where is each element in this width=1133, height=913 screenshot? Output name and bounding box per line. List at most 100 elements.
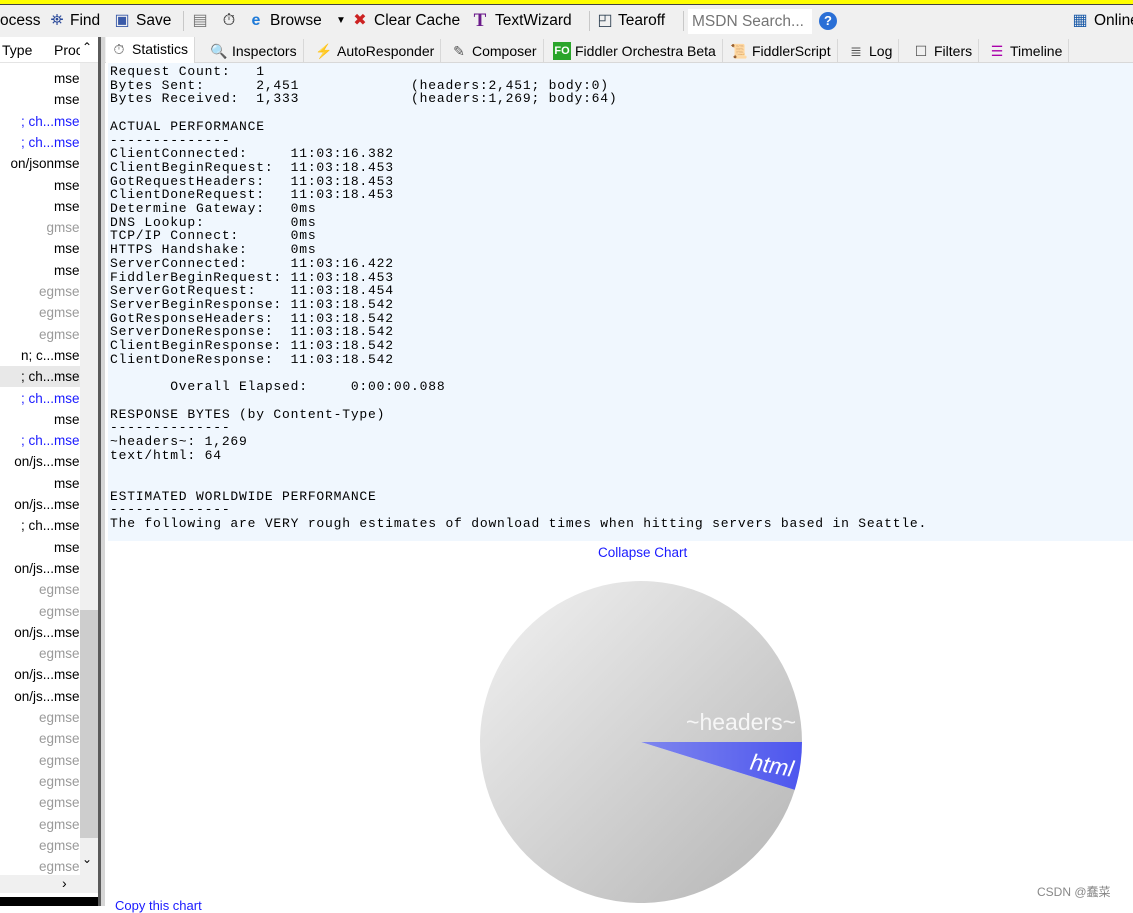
session-row[interactable]: ; ch... mse [0, 430, 80, 451]
session-row[interactable]: mse [0, 196, 80, 217]
session-row[interactable]: eg mse [0, 302, 80, 323]
session-row[interactable]: eg mse [0, 281, 80, 302]
horizontal-scrollbar[interactable]: › [0, 875, 98, 893]
session-row[interactable]: mse [0, 175, 80, 196]
splitter[interactable] [98, 37, 105, 906]
session-row[interactable]: on/js... mse [0, 686, 80, 707]
tab-inspectors[interactable]: 🔍 Inspectors [206, 39, 304, 63]
session-row[interactable]: mse [0, 68, 80, 89]
tab-fiddlerscript[interactable]: 📜 FiddlerScript [726, 39, 838, 63]
statistics-line: ClientBeginRequest: 11:03:18.453 [110, 159, 394, 175]
session-content-type: eg [38, 646, 54, 662]
clear-cache-button[interactable]: Clear Cache [374, 10, 460, 32]
session-process: mse [54, 816, 80, 832]
session-process: mse [54, 390, 80, 406]
tab-composer[interactable]: ✎ Composer [446, 39, 544, 63]
session-row[interactable]: mse [0, 238, 80, 259]
statistics-line: ~headers~: 1,269 [110, 433, 248, 449]
tab-filters[interactable]: ☐ Filters [908, 39, 980, 63]
session-process: mse [54, 859, 80, 875]
session-row[interactable]: on/js... mse [0, 494, 80, 515]
session-row[interactable]: eg mse [0, 856, 80, 877]
session-row[interactable]: mse [0, 537, 80, 558]
session-process: mse [54, 773, 80, 789]
session-content-type: g [46, 220, 54, 236]
session-row[interactable]: mse [0, 409, 80, 430]
session-row[interactable]: ; ch... mse [0, 388, 80, 409]
session-process: mse [54, 624, 80, 640]
session-row[interactable]: eg mse [0, 707, 80, 728]
session-content-type: eg [38, 582, 54, 598]
session-row[interactable]: ; ch... mse [0, 515, 80, 536]
column-header-process[interactable]: Proc [54, 42, 80, 58]
msdn-search-input[interactable] [688, 9, 812, 34]
session-content-type: on/js... [14, 560, 54, 576]
process-filter-button[interactable]: ocess [0, 10, 41, 32]
save-button[interactable]: Save [136, 10, 171, 32]
tab-statistics[interactable]: ⏱ Statistics [106, 37, 196, 64]
session-content-type: on/json [10, 156, 54, 172]
timeline-icon: ☰ [990, 43, 1004, 59]
scroll-down-icon[interactable]: ⌄ [82, 852, 92, 866]
session-row[interactable]: on/json mse [0, 153, 80, 174]
scroll-right-icon[interactable]: › [62, 875, 67, 891]
column-header-type[interactable]: Type [2, 42, 32, 58]
session-row[interactable]: ; ch... mse [0, 132, 80, 153]
session-content-type: eg [38, 284, 54, 299]
session-content-type: ; ch... [20, 518, 54, 534]
session-row[interactable]: g mse [0, 217, 80, 238]
online-button[interactable]: Online [1094, 10, 1133, 32]
session-row[interactable]: eg mse [0, 324, 80, 345]
tab-log[interactable]: ≣ Log [843, 39, 900, 63]
session-process: mse [54, 284, 80, 299]
session-row[interactable]: ; ch... mse [0, 111, 80, 132]
tearoff-button[interactable]: Tearoff [618, 10, 665, 32]
session-process: mse [54, 603, 80, 619]
browse-button[interactable]: Browse [270, 10, 322, 32]
scroll-up-icon[interactable]: ⌃ [82, 40, 92, 54]
help-icon[interactable]: ? [819, 12, 837, 30]
session-content-type: eg [38, 795, 54, 811]
save-icon: ▣ [114, 12, 130, 29]
toolbar: ocess ⛯ Find ▣ Save ▤ ⏱ e Browse ▼ ✖ Cle… [0, 5, 1133, 37]
tab-autoresponder[interactable]: ⚡ AutoResponder [311, 39, 442, 63]
dropdown-arrow-icon[interactable]: ▼ [331, 11, 351, 31]
session-row[interactable]: n; c... mse [0, 345, 80, 366]
session-row[interactable]: on/js... mse [0, 622, 80, 643]
session-row[interactable]: on/js... mse [0, 664, 80, 685]
textwizard-button[interactable]: TextWizard [495, 10, 572, 32]
session-row[interactable]: eg mse [0, 792, 80, 813]
scrollbar-thumb[interactable] [80, 610, 98, 838]
screenshot-icon[interactable]: ▤ [190, 11, 210, 31]
magnifier-icon: 🔍 [210, 43, 228, 59]
session-row[interactable]: eg mse [0, 579, 80, 600]
find-button[interactable]: Find [70, 10, 100, 32]
session-row[interactable]: mse [0, 473, 80, 494]
tab-timeline[interactable]: ☰ Timeline [984, 39, 1070, 63]
session-row[interactable]: mse [0, 89, 80, 110]
session-process: mse [54, 454, 80, 470]
collapse-chart-link[interactable]: Collapse Chart [598, 545, 687, 560]
session-row[interactable]: ; ch... mse [0, 366, 80, 388]
tab-fiddler-orchestra-beta[interactable]: FO Fiddler Orchestra Beta [549, 39, 723, 63]
session-row[interactable]: on/js... mse [0, 451, 80, 472]
session-content-type: eg [38, 752, 54, 768]
session-row[interactable]: eg mse [0, 771, 80, 792]
session-row[interactable]: eg mse [0, 835, 80, 856]
watermark: CSDN @蠢菜 [1037, 885, 1111, 899]
session-row[interactable]: eg mse [0, 601, 80, 622]
session-row[interactable]: eg mse [0, 728, 80, 749]
pie-chart: ~headers~html [480, 580, 802, 903]
session-row[interactable]: on/js... mse [0, 558, 80, 579]
session-row[interactable]: eg mse [0, 643, 80, 664]
session-row[interactable]: eg mse [0, 814, 80, 835]
session-process: mse [54, 433, 80, 449]
stopwatch-icon[interactable]: ⏱ [219, 11, 239, 31]
session-content-type: ; ch... [20, 369, 54, 385]
session-row[interactable]: mse [0, 260, 80, 281]
statistics-line: Bytes Received: 1,333 (headers:1,269; bo… [110, 91, 618, 107]
statistics-line: ClientBeginResponse: 11:03:18.542 [110, 338, 394, 353]
session-process: mse [54, 347, 80, 363]
separator [683, 11, 684, 31]
session-row[interactable]: eg mse [0, 750, 80, 771]
